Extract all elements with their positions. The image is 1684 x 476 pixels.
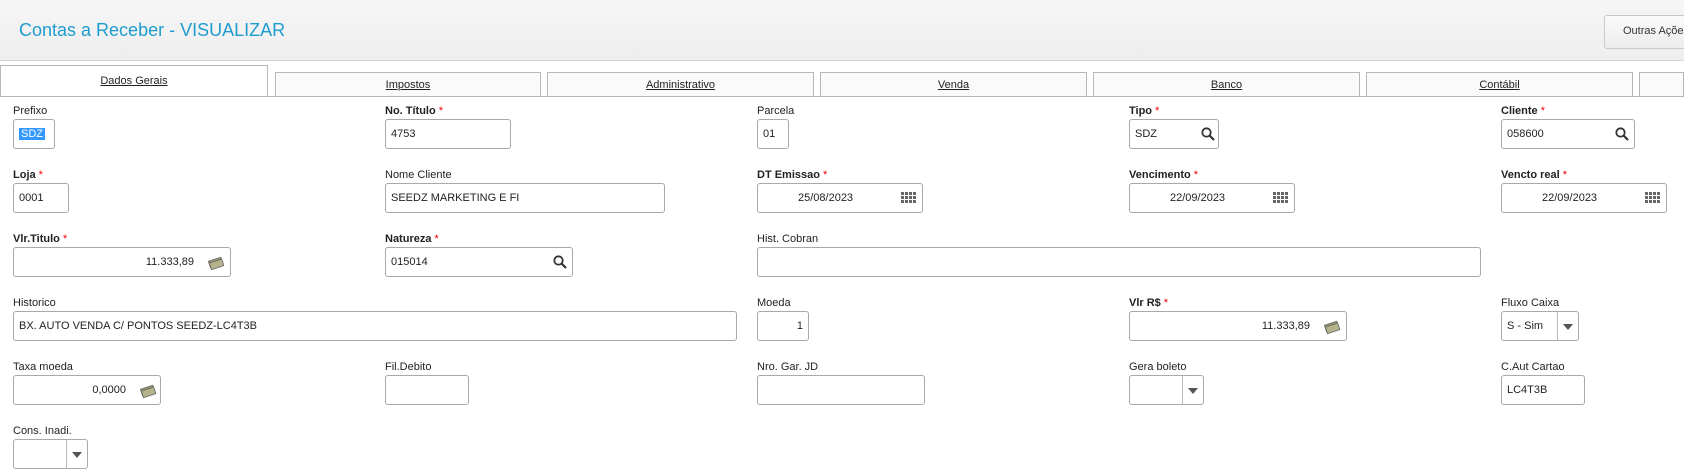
nome-cliente-field[interactable]: SEEDZ MARKETING E FI <box>385 183 665 213</box>
money-icon <box>1324 320 1340 334</box>
prefixo-field[interactable]: SDZ <box>13 119 55 149</box>
vlr-rs-label: Vlr R$ * <box>1129 297 1169 309</box>
tab-administrativo[interactable]: Administrativo <box>547 72 814 96</box>
tab-bar: Dados Gerais Impostos Administrativo Ven… <box>0 60 1684 97</box>
calendar-icon[interactable] <box>1272 190 1288 206</box>
tab-impostos[interactable]: Impostos <box>275 72 541 96</box>
tab-venda[interactable]: Venda <box>820 72 1087 96</box>
vlr-titulo-label: Vlr.Titulo * <box>13 233 68 245</box>
calendar-icon[interactable] <box>900 190 916 206</box>
no-titulo-label: No. Título * <box>385 105 443 117</box>
cliente-label: Cliente * <box>1501 105 1545 117</box>
calendar-icon[interactable] <box>1644 190 1660 206</box>
vencto-real-label: Vencto real * <box>1501 169 1567 181</box>
search-icon[interactable] <box>1200 126 1216 142</box>
cons-inadi-select[interactable] <box>13 439 88 469</box>
cliente-field[interactable]: 058600 <box>1501 119 1635 149</box>
money-icon <box>208 256 224 270</box>
nro-gar-jd-field[interactable] <box>757 375 925 405</box>
taxa-moeda-label: Taxa moeda <box>13 361 73 373</box>
fluxo-caixa-label: Fluxo Caixa <box>1501 297 1560 309</box>
natureza-field[interactable]: 015014 <box>385 247 573 277</box>
page-header: Contas a Receber - VISUALIZAR Outras Açõ… <box>0 0 1684 61</box>
vencimento-label: Vencimento * <box>1129 169 1199 181</box>
tipo-field[interactable]: SDZ <box>1129 119 1219 149</box>
parcela-field[interactable]: 01 <box>757 119 789 149</box>
natureza-label: Natureza * <box>385 233 439 245</box>
fil-debito-label: Fil.Debito <box>385 361 432 373</box>
moeda-field[interactable]: 1 <box>757 311 809 341</box>
historico-field[interactable]: BX. AUTO VENDA C/ PONTOS SEEDZ-LC4T3B <box>13 311 737 341</box>
hist-cobran-field[interactable] <box>757 247 1481 277</box>
fluxo-caixa-select[interactable]: S - Sim <box>1501 311 1579 341</box>
c-aut-cartao-label: C.Aut Cartao <box>1501 361 1565 373</box>
tab-dados-gerais[interactable]: Dados Gerais <box>0 65 268 97</box>
c-aut-cartao-field[interactable]: LC4T3B <box>1501 375 1585 405</box>
tab-contabil[interactable]: Contábil <box>1366 72 1633 96</box>
fil-debito-field[interactable] <box>385 375 469 405</box>
page-title: Contas a Receber - VISUALIZAR <box>19 20 286 40</box>
no-titulo-field[interactable]: 4753 <box>385 119 511 149</box>
loja-field[interactable]: 0001 <box>13 183 69 213</box>
taxa-moeda-field[interactable]: 0,0000 <box>13 375 161 405</box>
vencimento-field[interactable]: 22/09/2023 <box>1129 183 1295 213</box>
vlr-titulo-field[interactable]: 11.333,89 <box>13 247 231 277</box>
hist-cobran-label: Hist. Cobran <box>757 233 819 245</box>
chevron-down-icon <box>1563 324 1573 330</box>
vlr-rs-field[interactable]: 11.333,89 <box>1129 311 1347 341</box>
chevron-down-icon <box>1188 388 1198 394</box>
tipo-label: Tipo * <box>1129 105 1160 117</box>
nome-cliente-label: Nome Cliente <box>385 169 452 181</box>
search-icon[interactable] <box>1614 126 1630 142</box>
gera-boleto-select[interactable] <box>1129 375 1204 405</box>
more-actions-button[interactable]: Outras Ações <box>1604 15 1684 49</box>
cons-inadi-label: Cons. Inadi. <box>13 425 72 437</box>
dt-emissao-field[interactable]: 25/08/2023 <box>757 183 923 213</box>
search-icon[interactable] <box>552 254 568 270</box>
parcela-label: Parcela <box>757 105 795 117</box>
historico-label: Historico <box>13 297 56 309</box>
tab-overflow[interactable] <box>1639 72 1684 96</box>
dt-emissao-label: DT Emissao * <box>757 169 828 181</box>
gera-boleto-label: Gera boleto <box>1129 361 1187 373</box>
loja-label: Loja * <box>13 169 43 181</box>
nro-gar-jd-label: Nro. Gar. JD <box>757 361 819 373</box>
money-icon <box>140 384 156 398</box>
moeda-label: Moeda <box>757 297 791 309</box>
vencto-real-field[interactable]: 22/09/2023 <box>1501 183 1667 213</box>
chevron-down-icon <box>72 452 82 458</box>
prefixo-label: Prefixo <box>13 105 48 117</box>
tab-banco[interactable]: Banco <box>1093 72 1360 96</box>
